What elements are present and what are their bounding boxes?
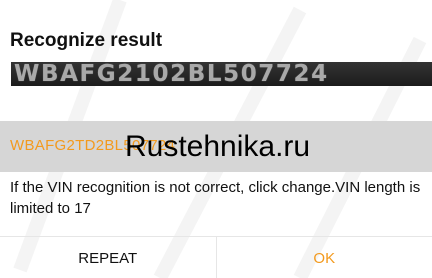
vin-input-field[interactable]: WBAFG2TD2BL507724 <box>0 121 432 172</box>
recognized-vin-image-text: WBAFG2102BL507724 <box>14 62 329 86</box>
dialog-title: Recognize result <box>10 30 163 51</box>
dialog-button-row: REPEAT OK <box>0 236 432 278</box>
ok-button[interactable]: OK <box>217 237 432 278</box>
repeat-button[interactable]: REPEAT <box>0 237 217 278</box>
recognize-result-dialog: Recognize result WBAFG2102BL507724 WBAFG… <box>0 0 432 278</box>
recognized-vin-image: WBAFG2102BL507724 <box>11 62 432 86</box>
vin-input-value[interactable]: WBAFG2TD2BL507724 <box>10 137 175 154</box>
vin-hint-text: If the VIN recognition is not correct, c… <box>10 179 421 217</box>
